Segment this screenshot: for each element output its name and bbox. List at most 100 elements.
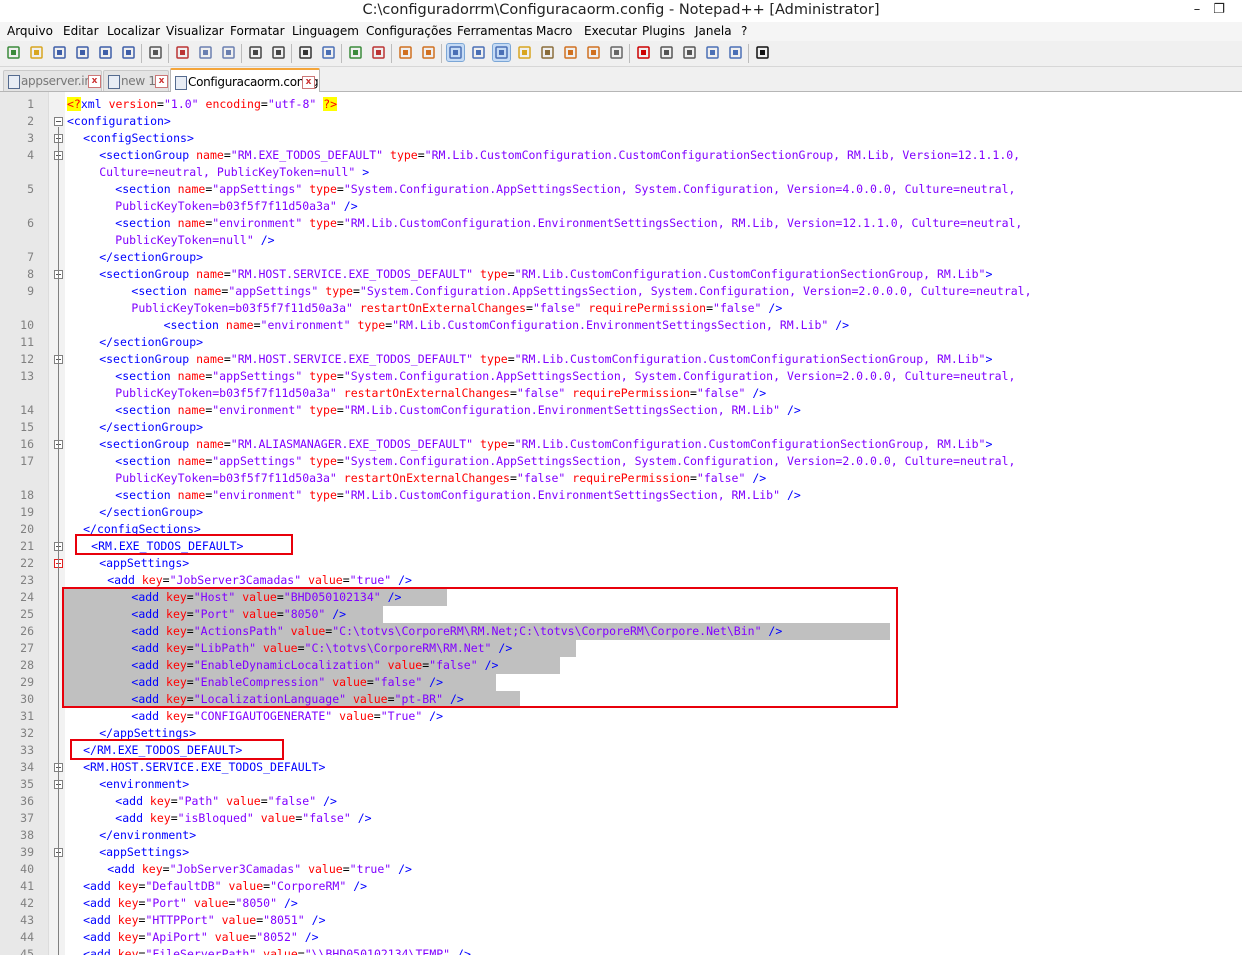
code-line[interactable]: <section name="environment" type="RM.Lib… bbox=[115, 403, 801, 417]
code-line[interactable]: PublicKeyToken=b03f5f7f11d50a3a" restart… bbox=[131, 301, 782, 315]
code-line[interactable]: </sectionGroup> bbox=[99, 250, 203, 264]
code-editor[interactable]: 1 <?xml version="1.0" encoding="utf-8" ?>… bbox=[0, 92, 1242, 955]
code-line[interactable]: <section name="environment" type="RM.Lib… bbox=[164, 318, 850, 332]
code-line[interactable]: </sectionGroup> bbox=[99, 335, 203, 349]
print-icon[interactable] bbox=[147, 44, 164, 61]
tab-configuracaorm-config[interactable]: Configuracaorm.config x bbox=[170, 68, 320, 93]
run-macro-multiple-icon[interactable] bbox=[704, 44, 721, 61]
close-icon[interactable] bbox=[97, 44, 114, 61]
code-line[interactable]: <section name="appSettings" type="System… bbox=[115, 369, 1015, 383]
tab-appserver-ini[interactable]: appserver.ini x bbox=[3, 70, 102, 91]
menu-executar[interactable]: Executar bbox=[584, 24, 637, 38]
code-line[interactable]: </sectionGroup> bbox=[99, 420, 203, 434]
menu-formatar[interactable]: Formatar bbox=[230, 24, 285, 38]
code-line[interactable]: Culture=neutral, PublicKeyToken=null" > bbox=[99, 165, 369, 179]
close-tab-icon[interactable]: x bbox=[155, 75, 168, 88]
doc-map-icon[interactable] bbox=[539, 44, 556, 61]
code-line[interactable]: <add key="JobServer3Camadas" value="true… bbox=[107, 862, 412, 876]
code-line[interactable]: </environment> bbox=[99, 828, 196, 842]
code-line[interactable]: <add key="Port" value="8050" /> bbox=[83, 896, 298, 910]
udl-icon[interactable] bbox=[516, 44, 533, 61]
menu-visualizar[interactable]: Visualizar bbox=[166, 24, 224, 38]
word-wrap-icon[interactable] bbox=[446, 43, 465, 62]
code-line[interactable]: <add key="ApiPort" value="8052" /> bbox=[83, 930, 318, 944]
zoom-in-icon[interactable] bbox=[347, 44, 364, 61]
code-line[interactable]: </sectionGroup> bbox=[99, 505, 203, 519]
code-token-attr: key bbox=[117, 896, 139, 910]
menu-linguagem[interactable]: Linguagem bbox=[292, 24, 359, 38]
menu-localizar[interactable]: Localizar bbox=[107, 24, 160, 38]
code-line[interactable]: <RM.HOST.SERVICE.EXE_TODOS_DEFAULT> bbox=[83, 760, 325, 774]
code-line[interactable]: <sectionGroup name="RM.ALIASMANAGER.EXE_… bbox=[99, 437, 992, 451]
jslint-icon[interactable] bbox=[754, 44, 771, 61]
code-line[interactable]: <section name="environment" type="RM.Lib… bbox=[115, 216, 1022, 230]
code-line[interactable]: <add key="CONFIGAUTOGENERATE" value="Tru… bbox=[131, 709, 443, 723]
fold-toggle-icon[interactable] bbox=[54, 117, 63, 126]
indent-guide-icon[interactable] bbox=[492, 43, 511, 62]
menu-janela[interactable]: Janela bbox=[695, 24, 732, 38]
code-token-val: "RM.HOST.SERVICE.EXE_TODOS_DEFAULT" bbox=[230, 267, 481, 281]
play-macro-icon[interactable] bbox=[681, 44, 698, 61]
find-icon[interactable] bbox=[297, 44, 314, 61]
stop-macro-icon[interactable] bbox=[658, 44, 675, 61]
menu-ferramentas[interactable]: Ferramentas bbox=[457, 24, 533, 38]
close-tab-icon[interactable]: x bbox=[302, 76, 315, 89]
replace-icon[interactable] bbox=[320, 44, 337, 61]
code-line[interactable]: PublicKeyToken=b03f5f7f11d50a3a" restart… bbox=[115, 386, 766, 400]
save-all-icon[interactable] bbox=[74, 44, 91, 61]
code-line[interactable]: PublicKeyToken=null" /> bbox=[115, 233, 274, 247]
code-line[interactable]: <sectionGroup name="RM.EXE_TODOS_DEFAULT… bbox=[99, 148, 1020, 162]
record-macro-icon[interactable] bbox=[635, 44, 652, 61]
close-all-icon[interactable] bbox=[120, 44, 137, 61]
code-line[interactable]: </appSettings> bbox=[99, 726, 196, 740]
code-line[interactable]: <add key="JobServer3Camadas" value="true… bbox=[107, 573, 412, 587]
fold-margin[interactable] bbox=[48, 92, 65, 955]
open-file-icon[interactable] bbox=[28, 44, 45, 61]
code-line[interactable]: <add key="DefaultDB" value="CorporeRM" /… bbox=[83, 879, 367, 893]
line-number: 11 bbox=[20, 335, 34, 349]
code-line[interactable]: <appSettings> bbox=[99, 845, 189, 859]
sync-vertical-icon[interactable] bbox=[397, 44, 414, 61]
code-line[interactable]: <appSettings> bbox=[99, 556, 189, 570]
code-line[interactable]: <configSections> bbox=[83, 131, 194, 145]
show-all-chars-icon[interactable] bbox=[470, 44, 487, 61]
code-line[interactable]: <section name="appSettings" type="System… bbox=[131, 284, 1031, 298]
folder-workspace-icon[interactable] bbox=[585, 44, 602, 61]
code-line[interactable]: <add key="FileServerPath" value="\\BHD05… bbox=[83, 947, 471, 955]
code-line[interactable]: <add key="HTTPPort" value="8051" /> bbox=[83, 913, 325, 927]
cut-icon[interactable] bbox=[174, 44, 191, 61]
code-line[interactable]: <sectionGroup name="RM.HOST.SERVICE.EXE_… bbox=[99, 352, 992, 366]
code-line[interactable]: <sectionGroup name="RM.HOST.SERVICE.EXE_… bbox=[99, 267, 992, 281]
redo-icon[interactable] bbox=[270, 44, 287, 61]
copy-icon[interactable] bbox=[197, 44, 214, 61]
code-line[interactable]: <add key="isBloqued" value="false" /> bbox=[115, 811, 371, 825]
menu-editar[interactable]: Editar bbox=[63, 24, 99, 38]
code-line[interactable]: <add key="Path" value="false" /> bbox=[115, 794, 337, 808]
undo-icon[interactable] bbox=[247, 44, 264, 61]
menu-macro[interactable]: Macro bbox=[536, 24, 572, 38]
code-line[interactable]: <section name="environment" type="RM.Lib… bbox=[115, 488, 801, 502]
sync-horizontal-icon[interactable] bbox=[420, 44, 437, 61]
code-line[interactable]: PublicKeyToken=b03f5f7f11d50a3a" /> bbox=[115, 199, 357, 213]
save-macro-icon[interactable] bbox=[727, 44, 744, 61]
zoom-out-icon[interactable] bbox=[370, 44, 387, 61]
code-line[interactable]: <section name="appSettings" type="System… bbox=[115, 454, 1015, 468]
menu-plugins[interactable]: Plugins bbox=[642, 24, 685, 38]
code-line[interactable]: <environment> bbox=[99, 777, 189, 791]
code-line[interactable]: PublicKeyToken=b03f5f7f11d50a3a" restart… bbox=[115, 471, 766, 485]
new-file-icon[interactable] bbox=[5, 44, 22, 61]
code-line[interactable]: <?xml version="1.0" encoding="utf-8" ?> bbox=[67, 97, 338, 111]
restore-button[interactable]: ❐ bbox=[1205, 1, 1233, 19]
monitoring-icon[interactable] bbox=[608, 44, 625, 61]
close-tab-icon[interactable]: x bbox=[88, 75, 101, 88]
tab-new-1[interactable]: new 1 x bbox=[103, 70, 169, 91]
menu-arquivo[interactable]: Arquivo bbox=[7, 24, 53, 38]
paste-icon[interactable] bbox=[220, 44, 237, 61]
menu-configuracoes[interactable]: Configurações bbox=[366, 24, 452, 38]
save-icon[interactable] bbox=[51, 44, 68, 61]
code-line[interactable]: <configuration> bbox=[67, 114, 171, 128]
function-list-icon[interactable] bbox=[562, 44, 579, 61]
code-token-attr: key bbox=[141, 573, 163, 587]
code-line[interactable]: <section name="appSettings" type="System… bbox=[115, 182, 1015, 196]
menu-help[interactable]: ? bbox=[741, 24, 747, 38]
